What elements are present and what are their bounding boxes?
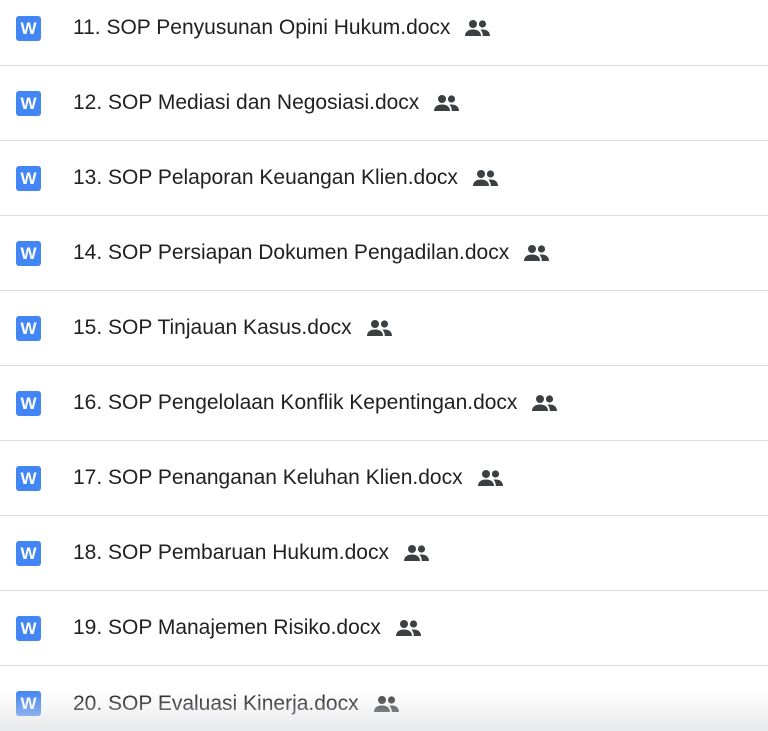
- file-name[interactable]: 14. SOP Persiapan Dokumen Pengadilan.doc…: [73, 241, 509, 265]
- file-row[interactable]: W 15. SOP Tinjauan Kasus.docx: [0, 291, 768, 366]
- file-row[interactable]: W 14. SOP Persiapan Dokumen Pengadilan.d…: [0, 216, 768, 291]
- file-name[interactable]: 15. SOP Tinjauan Kasus.docx: [73, 316, 352, 340]
- word-icon: W: [16, 540, 41, 566]
- file-row[interactable]: W 18. SOP Pembaruan Hukum.docx: [0, 516, 768, 591]
- shared-people-icon: [477, 469, 504, 487]
- shared-people-icon: [472, 169, 499, 187]
- file-name[interactable]: 13. SOP Pelaporan Keuangan Klien.docx: [73, 166, 458, 190]
- word-icon: W: [16, 90, 41, 116]
- file-row[interactable]: W 19. SOP Manajemen Risiko.docx: [0, 591, 768, 666]
- word-icon: W: [16, 465, 41, 491]
- shared-people-icon: [366, 319, 393, 337]
- file-name[interactable]: 17. SOP Penanganan Keluhan Klien.docx: [73, 466, 463, 490]
- file-name-wrap: 19. SOP Manajemen Risiko.docx: [73, 616, 422, 640]
- file-row[interactable]: W 16. SOP Pengelolaan Konflik Kepentinga…: [0, 366, 768, 441]
- file-row[interactable]: W 12. SOP Mediasi dan Negosiasi.docx: [0, 66, 768, 141]
- file-name[interactable]: 19. SOP Manajemen Risiko.docx: [73, 616, 381, 640]
- file-name[interactable]: 11. SOP Penyusunan Opini Hukum.docx: [73, 16, 450, 40]
- shared-people-icon: [531, 394, 558, 412]
- shared-people-icon: [373, 695, 400, 713]
- shared-people-icon: [523, 244, 550, 262]
- word-icon: W: [16, 15, 41, 41]
- file-name-wrap: 17. SOP Penanganan Keluhan Klien.docx: [73, 466, 504, 490]
- file-name[interactable]: 20. SOP Evaluasi Kinerja.docx: [73, 692, 359, 716]
- file-list: W 11. SOP Penyusunan Opini Hukum.docx W …: [0, 0, 768, 731]
- file-name[interactable]: 16. SOP Pengelolaan Konflik Kepentingan.…: [73, 391, 517, 415]
- word-icon: W: [16, 240, 41, 266]
- file-name-wrap: 12. SOP Mediasi dan Negosiasi.docx: [73, 91, 460, 115]
- word-icon: W: [16, 315, 41, 341]
- shared-people-icon: [464, 19, 491, 37]
- file-name-wrap: 11. SOP Penyusunan Opini Hukum.docx: [73, 16, 491, 40]
- file-row[interactable]: W 20. SOP Evaluasi Kinerja.docx: [0, 666, 768, 731]
- file-name-wrap: 14. SOP Persiapan Dokumen Pengadilan.doc…: [73, 241, 550, 265]
- file-name-wrap: 13. SOP Pelaporan Keuangan Klien.docx: [73, 166, 499, 190]
- file-name[interactable]: 12. SOP Mediasi dan Negosiasi.docx: [73, 91, 419, 115]
- file-row[interactable]: W 13. SOP Pelaporan Keuangan Klien.docx: [0, 141, 768, 216]
- file-name-wrap: 16. SOP Pengelolaan Konflik Kepentingan.…: [73, 391, 558, 415]
- shared-people-icon: [433, 94, 460, 112]
- word-icon: W: [16, 390, 41, 416]
- file-row[interactable]: W 17. SOP Penanganan Keluhan Klien.docx: [0, 441, 768, 516]
- file-name-wrap: 20. SOP Evaluasi Kinerja.docx: [73, 692, 400, 716]
- shared-people-icon: [395, 619, 422, 637]
- file-name[interactable]: 18. SOP Pembaruan Hukum.docx: [73, 541, 389, 565]
- word-icon: W: [16, 165, 41, 191]
- shared-people-icon: [403, 544, 430, 562]
- word-icon: W: [16, 615, 41, 641]
- file-row[interactable]: W 11. SOP Penyusunan Opini Hukum.docx: [0, 0, 768, 66]
- word-icon: W: [16, 691, 41, 716]
- file-name-wrap: 18. SOP Pembaruan Hukum.docx: [73, 541, 430, 565]
- file-name-wrap: 15. SOP Tinjauan Kasus.docx: [73, 316, 393, 340]
